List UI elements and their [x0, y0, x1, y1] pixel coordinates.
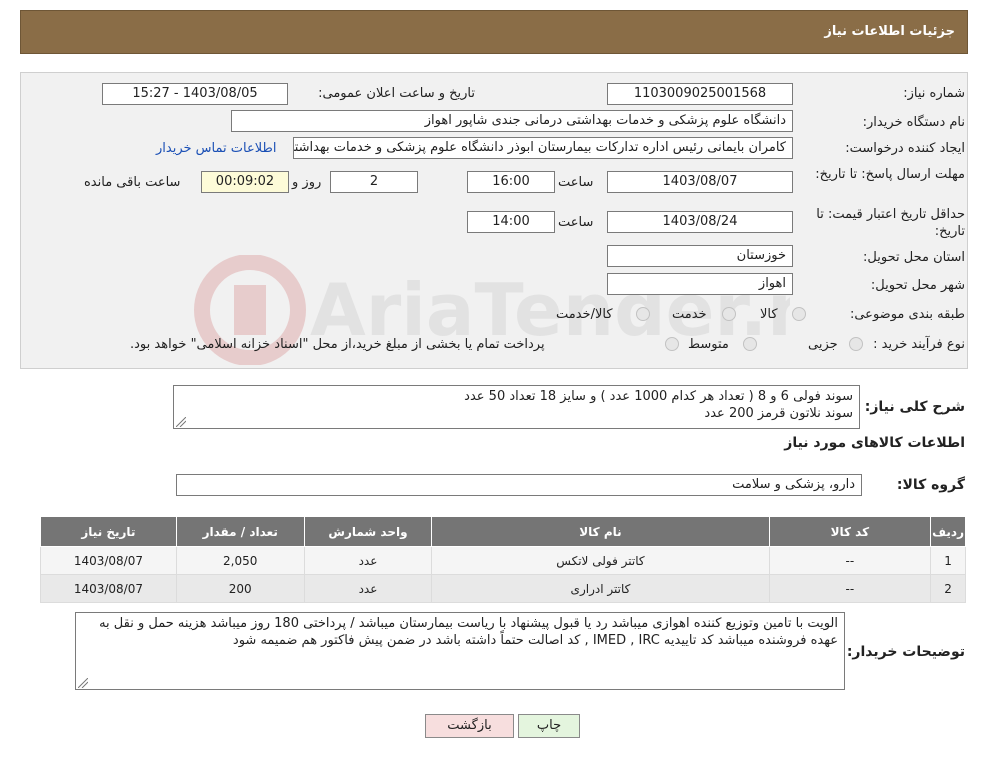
buyer-label: نام دستگاه خریدار:	[862, 115, 965, 130]
items-table-wrapper: ردیف کد کالا نام کالا واحد شمارش تعداد /…	[40, 516, 966, 603]
days-field: 2	[330, 171, 418, 193]
notes-textarea[interactable]: الویت با تامین وتوزیع کننده اهوازی میباش…	[75, 612, 845, 690]
resize-handle-icon[interactable]	[78, 678, 88, 688]
deadline-date-field: 1403/08/07	[607, 171, 793, 193]
col-row-number: ردیف	[930, 516, 966, 547]
process-option-medium: متوسط	[688, 337, 729, 352]
city-field: اهواز	[607, 273, 793, 295]
page-title: جزئیات اطلاعات نیاز	[824, 24, 955, 39]
cell-goods-code: --	[768, 574, 932, 603]
col-goods-code: کد کالا	[768, 516, 932, 547]
notes-text: الویت با تامین وتوزیع کننده اهوازی میباش…	[99, 616, 838, 648]
col-goods-name: نام کالا	[431, 516, 770, 547]
back-button[interactable]: بازگشت	[425, 714, 514, 738]
province-label: استان محل تحویل:	[863, 250, 965, 265]
cell-row-number: 2	[930, 574, 966, 603]
remaining-label: ساعت باقی مانده	[84, 175, 181, 190]
cell-need-date: 1403/08/07	[40, 574, 177, 603]
buyer-field: دانشگاه علوم پزشکی و خدمات بهداشتی درمان…	[231, 110, 793, 132]
notes-label: توضیحات خریدار:	[846, 644, 965, 660]
cell-goods-name: کاتتر فولی لاتکس	[431, 546, 770, 575]
resize-handle-icon[interactable]	[176, 417, 186, 427]
category-radio-goods-service	[636, 307, 650, 321]
table-row: 1 -- کاتتر فولی لاتکس عدد 2,050 1403/08/…	[40, 546, 966, 575]
category-radio-goods	[792, 307, 806, 321]
goods-group-label: گروه کالا:	[896, 477, 965, 493]
deadline-time-label: ساعت	[558, 175, 594, 190]
cell-quantity: 200	[175, 574, 305, 603]
col-unit: واحد شمارش	[303, 516, 433, 547]
table-row: 2 -- کاتتر ادراری عدد 200 1403/08/07	[40, 574, 966, 603]
city-label: شهر محل تحویل:	[870, 278, 965, 293]
description-textarea[interactable]: سوند فولی 6 و 8 ( تعداد هر کدام 1000 عدد…	[173, 385, 860, 429]
deadline-label: مهلت ارسال پاسخ: تا تاریخ:	[815, 167, 965, 182]
category-radio-service	[722, 307, 736, 321]
validity-time-label: ساعت	[558, 215, 594, 230]
goods-group-field: دارو، پزشکی و سلامت	[176, 474, 862, 496]
process-radio-minor	[849, 337, 863, 351]
process-note: پرداخت تمام یا بخشی از مبلغ خرید،از محل …	[130, 337, 545, 352]
category-option-goods: کالا	[760, 307, 778, 322]
col-need-date: تاریخ نیاز	[40, 516, 177, 547]
description-label: شرح کلی نیاز:	[864, 399, 965, 415]
cell-need-date: 1403/08/07	[40, 546, 177, 575]
process-radio-treasury	[665, 337, 679, 351]
province-field: خوزستان	[607, 245, 793, 267]
announce-label: تاریخ و ساعت اعلان عمومی:	[318, 86, 475, 101]
table-header-row: ردیف کد کالا نام کالا واحد شمارش تعداد /…	[40, 516, 966, 547]
creator-field: کامران بایمانی رئیس اداره تدارکات بیمارس…	[293, 137, 793, 159]
deadline-time-field: 16:00	[467, 171, 555, 193]
announce-field: 1403/08/05 - 15:27	[102, 83, 288, 105]
category-option-service: خدمت	[672, 307, 707, 322]
process-option-minor: جزیی	[808, 337, 838, 352]
validity-date-field: 1403/08/24	[607, 211, 793, 233]
cell-goods-code: --	[768, 546, 932, 575]
category-option-goods-service: کالا/خدمت	[556, 307, 613, 322]
creator-label: ایجاد کننده درخواست:	[845, 141, 965, 156]
validity-label: حداقل تاریخ اعتبار قیمت: تا تاریخ:	[816, 207, 965, 239]
cell-unit: عدد	[303, 574, 433, 603]
process-label: نوع فرآیند خرید :	[873, 337, 965, 352]
validity-time-field: 14:00	[467, 211, 555, 233]
items-table: ردیف کد کالا نام کالا واحد شمارش تعداد /…	[40, 516, 966, 603]
cell-goods-name: کاتتر ادراری	[431, 574, 770, 603]
need-number-field: 1103009025001568	[607, 83, 793, 105]
need-number-label: شماره نیاز:	[903, 86, 965, 101]
cell-row-number: 1	[930, 546, 966, 575]
goods-info-heading: اطلاعات کالاهای مورد نیاز	[784, 435, 965, 451]
category-label: طبقه بندی موضوعی:	[849, 307, 965, 322]
print-button[interactable]: چاپ	[518, 714, 580, 738]
process-radio-medium	[743, 337, 757, 351]
col-quantity: تعداد / مقدار	[175, 516, 305, 547]
cell-unit: عدد	[303, 546, 433, 575]
description-line-1: سوند فولی 6 و 8 ( تعداد هر کدام 1000 عدد…	[464, 389, 853, 404]
description-line-2: سوند نلاتون قرمز 200 عدد	[704, 406, 853, 421]
remaining-time-field: 00:09:02	[201, 171, 289, 193]
buyer-contact-link[interactable]: اطلاعات تماس خریدار	[156, 141, 276, 156]
cell-quantity: 2,050	[175, 546, 305, 575]
days-label: روز و	[292, 175, 322, 190]
